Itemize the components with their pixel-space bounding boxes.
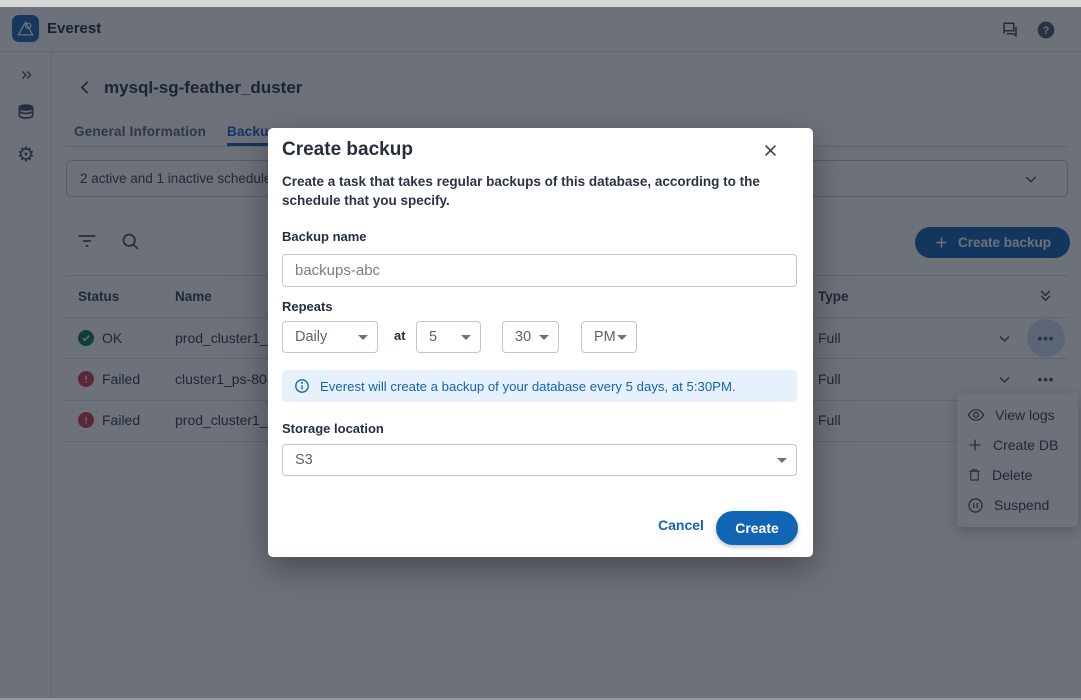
window-chrome-top: [0, 0, 1081, 7]
cancel-button[interactable]: Cancel: [658, 517, 704, 533]
repeat-period-select[interactable]: Daily: [282, 321, 378, 353]
repeats-label: Repeats: [282, 299, 333, 314]
dropdown-caret-icon: [461, 335, 471, 340]
dialog-description: Create a task that takes regular backups…: [282, 172, 784, 210]
everest-app-window: Everest ? ⚙: [0, 0, 1081, 700]
dialog-title: Create backup: [282, 139, 413, 161]
dropdown-caret-icon: [358, 335, 368, 340]
dropdown-caret-icon: [777, 458, 787, 463]
backup-name-label: Backup name: [282, 229, 367, 244]
info-icon: [294, 378, 310, 394]
create-button[interactable]: Create: [716, 511, 798, 545]
storage-location-label: Storage location: [282, 421, 384, 436]
create-backup-dialog: Create backup Create a task that takes r…: [268, 128, 813, 557]
info-text: Everest will create a backup of your dat…: [320, 379, 736, 394]
ampm-select[interactable]: PM: [581, 321, 637, 353]
dropdown-caret-icon: [617, 335, 627, 340]
backup-name-input[interactable]: [282, 254, 797, 287]
storage-location-select[interactable]: S3: [282, 444, 797, 476]
close-icon[interactable]: [760, 140, 781, 166]
at-label: at: [394, 328, 406, 343]
dropdown-caret-icon: [539, 335, 549, 340]
minute-select[interactable]: 30: [502, 321, 559, 353]
hour-select[interactable]: 5: [416, 321, 481, 353]
schedule-info-alert: Everest will create a backup of your dat…: [282, 370, 797, 402]
